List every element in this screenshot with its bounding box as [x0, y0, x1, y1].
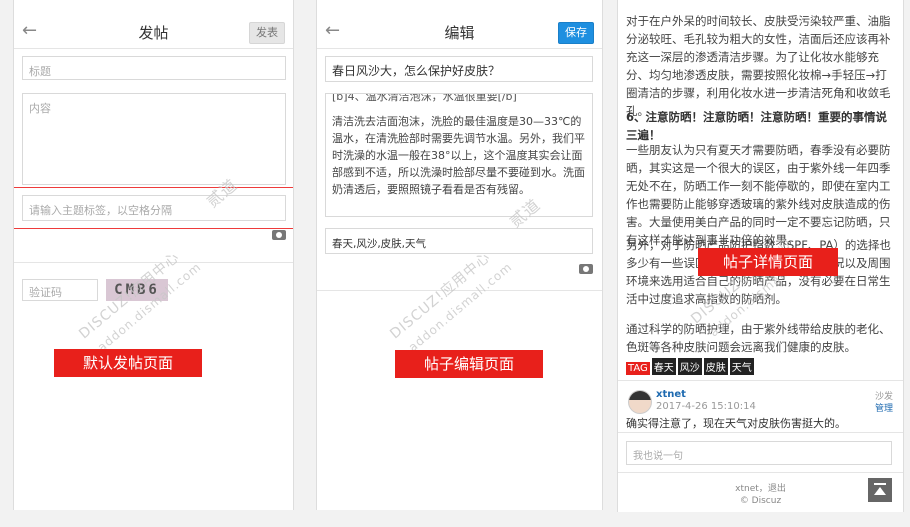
content-textarea[interactable]: 内容 [22, 93, 286, 185]
post-detail-panel: 对于在户外呆的时间较长、皮肤受污染较严重、油脂分泌较旺、毛孔较为粗大的女性，洁面… [617, 0, 904, 512]
comment-time: 2017-4-26 15:10:14 [656, 401, 756, 412]
avatar[interactable] [628, 390, 652, 414]
reply-input[interactable]: 我也说一句 [626, 441, 892, 465]
paragraph-2: 一些朋友认为只有夏天才需要防晒，春季没有必要防晒，其实这是一个很大的误区，由于紫… [626, 143, 891, 247]
back-to-top-bar-icon [874, 483, 886, 485]
tag-label: TAG [626, 362, 650, 375]
footer-separator: ， [758, 484, 768, 494]
manage-link[interactable]: 管理 [875, 401, 893, 414]
caption-label: 帖子编辑页面 [395, 350, 543, 378]
new-post-panel: ← 发帖 发表 标题 内容 请输入主题标签，以空格分隔 验证码 CMB6 DIS… [13, 0, 294, 510]
title-input[interactable]: 春日风沙大，怎么保护好皮肤？ [325, 56, 593, 82]
content-body: 清洁洗去洁面泡沫，洗脸的最佳温度是30—33℃的温水，在清洗脸部时需要先调节水温… [332, 115, 585, 196]
content-bbcode-line: [b]4、温水清洁泡沫，水温很重要[/b] [332, 93, 517, 103]
edit-post-panel: ← 编辑 保存 春日风沙大，怎么保护好皮肤？ [b]4、温水清洁泡沫，水温很重要… [316, 0, 603, 510]
edit-header: ← 编辑 保存 [317, 14, 602, 49]
comment-user[interactable]: xtnet [656, 389, 686, 400]
up-arrow-icon [874, 487, 886, 495]
tag-input[interactable]: 请输入主题标签，以空格分隔 [22, 195, 286, 221]
paragraph-4: 通过科学的防晒护理，由于紫外线带给皮肤的老化、色斑等各种皮肤问题会远离我们健康的… [626, 322, 891, 354]
tags-input[interactable]: 春天,风沙,皮肤,天气 [325, 228, 593, 254]
content-textarea[interactable]: [b]4、温水清洁泡沫，水温很重要[/b] 清洁洗去洁面泡沫，洗脸的最佳温度是3… [325, 93, 593, 217]
new-post-header: ← 发帖 发表 [14, 14, 293, 49]
caption-label: 帖子详情页面 [698, 248, 838, 276]
camera-icon[interactable] [579, 264, 593, 274]
publish-button[interactable]: 发表 [249, 22, 285, 44]
tag-item[interactable]: 春天 [651, 358, 676, 375]
comment-text: 确实得注意了，现在天气对皮肤伤害挺大的。 [626, 417, 846, 430]
section-heading: 6、注意防晒！注意防晒！注意防晒！重要的事情说三遍！ [626, 110, 887, 142]
title-input[interactable]: 标题 [22, 56, 286, 80]
footer-user[interactable]: xtnet [735, 484, 759, 494]
divider [618, 432, 903, 433]
footer-user-line: xtnet，退出 [618, 481, 903, 494]
camera-icon[interactable] [272, 230, 286, 240]
tag-item[interactable]: 天气 [729, 358, 754, 375]
tag-list: TAG 春天 风沙 皮肤 天气 [626, 358, 756, 375]
divider [618, 380, 903, 381]
captcha-input[interactable]: 验证码 [22, 279, 98, 301]
caption-label: 默认发帖页面 [54, 349, 202, 377]
footer-copyright: © Discuz [739, 496, 782, 506]
paragraph-1: 对于在户外呆的时间较长、皮肤受污染较严重、油脂分泌较旺、毛孔较为粗大的女性，洁面… [626, 14, 891, 118]
back-to-top-button[interactable] [868, 478, 892, 502]
divider [618, 472, 903, 473]
logout-link[interactable]: 退出 [768, 484, 786, 494]
tag-item[interactable]: 风沙 [677, 358, 702, 375]
avatar-hair [629, 391, 651, 400]
save-button[interactable]: 保存 [558, 22, 594, 44]
tag-item[interactable]: 皮肤 [703, 358, 728, 375]
